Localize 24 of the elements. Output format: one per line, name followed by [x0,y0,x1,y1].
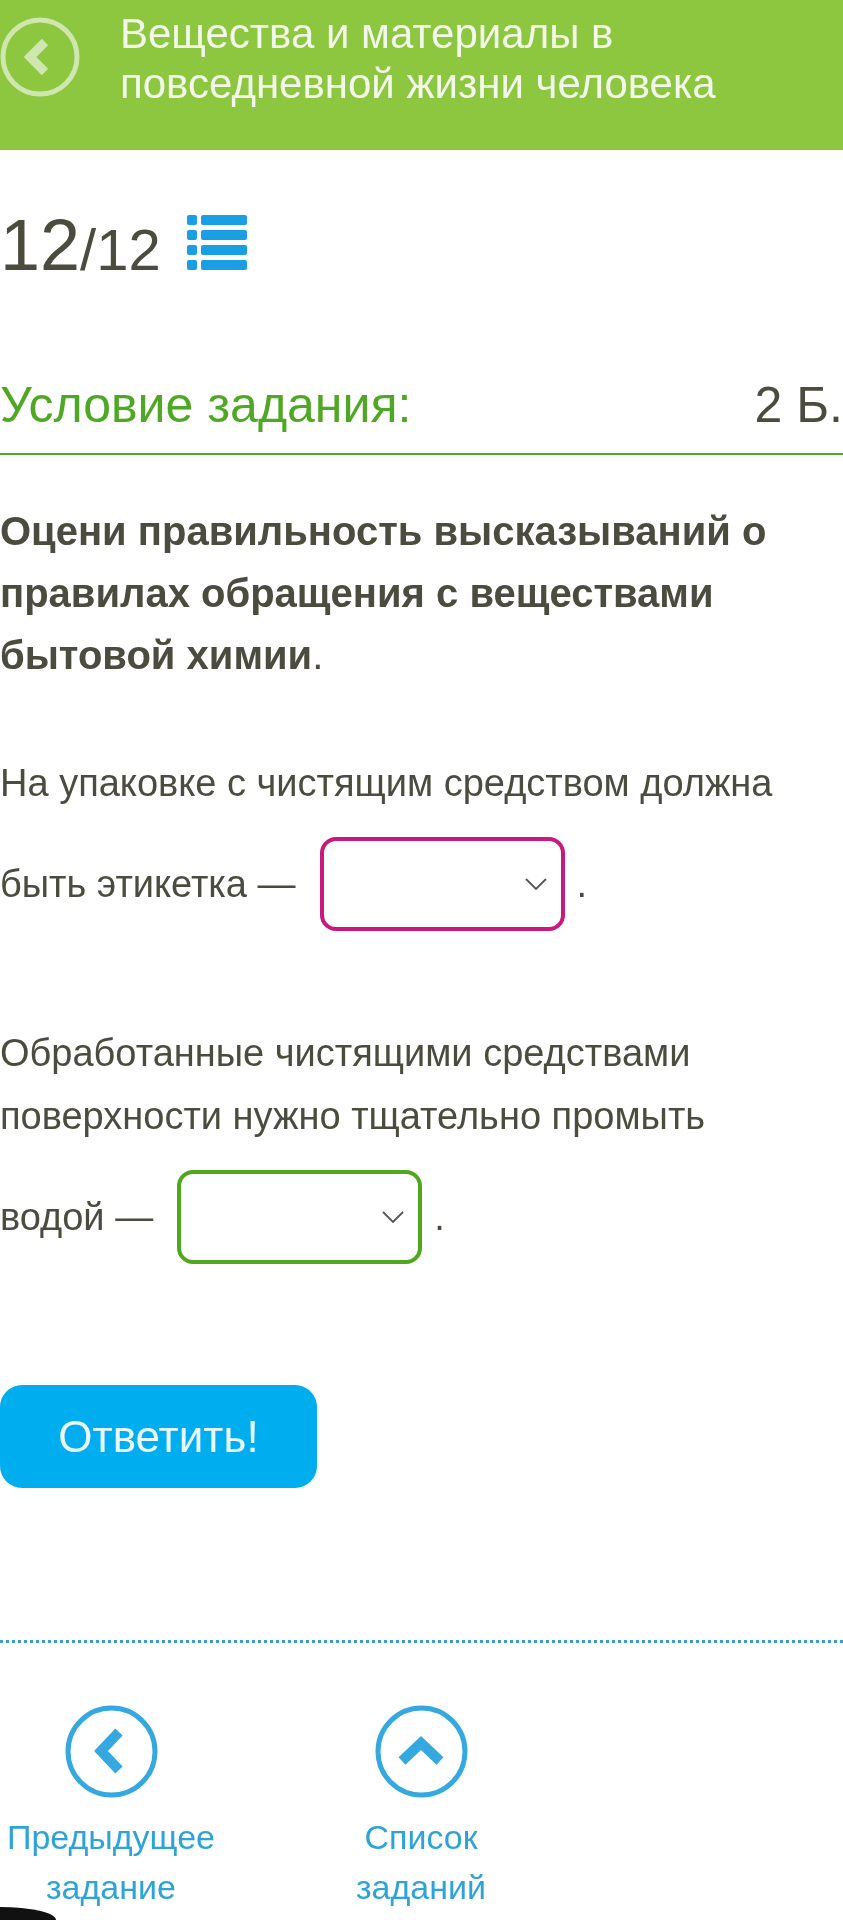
statement-text: водой — [0,1194,154,1240]
statement-text: Обработанные чистящими средствами поверхности нужно тщательно промыть [0,1031,707,1139]
previous-task-link[interactable]: Предыдущее задание [0,1705,222,1912]
section-title: Условие задания: [0,376,412,435]
question-text: Оцени правильность высказываний о правилах обращения с веществами бытовой химии. [0,508,768,679]
task-number-text: 12 [0,209,81,281]
answer-button[interactable]: Ответить! [0,1385,317,1488]
header-title: Вещества и материалы в повседневной жизни человека [120,9,717,109]
chevron-down-icon [382,1211,405,1223]
answer-dropdown[interactable] [319,837,565,931]
chevron-left-circle-icon [64,1705,158,1798]
points-text: 2 Б. [754,376,843,435]
sentence-end-text: . [434,1194,445,1240]
chevron-down-icon [524,878,547,890]
answer-dropdown[interactable] [177,1170,423,1264]
floating-action-button[interactable] [0,1907,56,1920]
back-icon[interactable] [0,17,80,97]
task-total-text: /12 [80,216,161,284]
statement-text: На упаковке с чистящим средством должна [0,761,774,806]
task-list-link[interactable]: Список заданий [310,1705,532,1912]
sentence-end-text: . [576,861,588,907]
list-icon[interactable] [186,215,247,270]
statement-text: быть этикетка — [0,861,296,907]
chevron-up-circle-icon [374,1705,468,1798]
